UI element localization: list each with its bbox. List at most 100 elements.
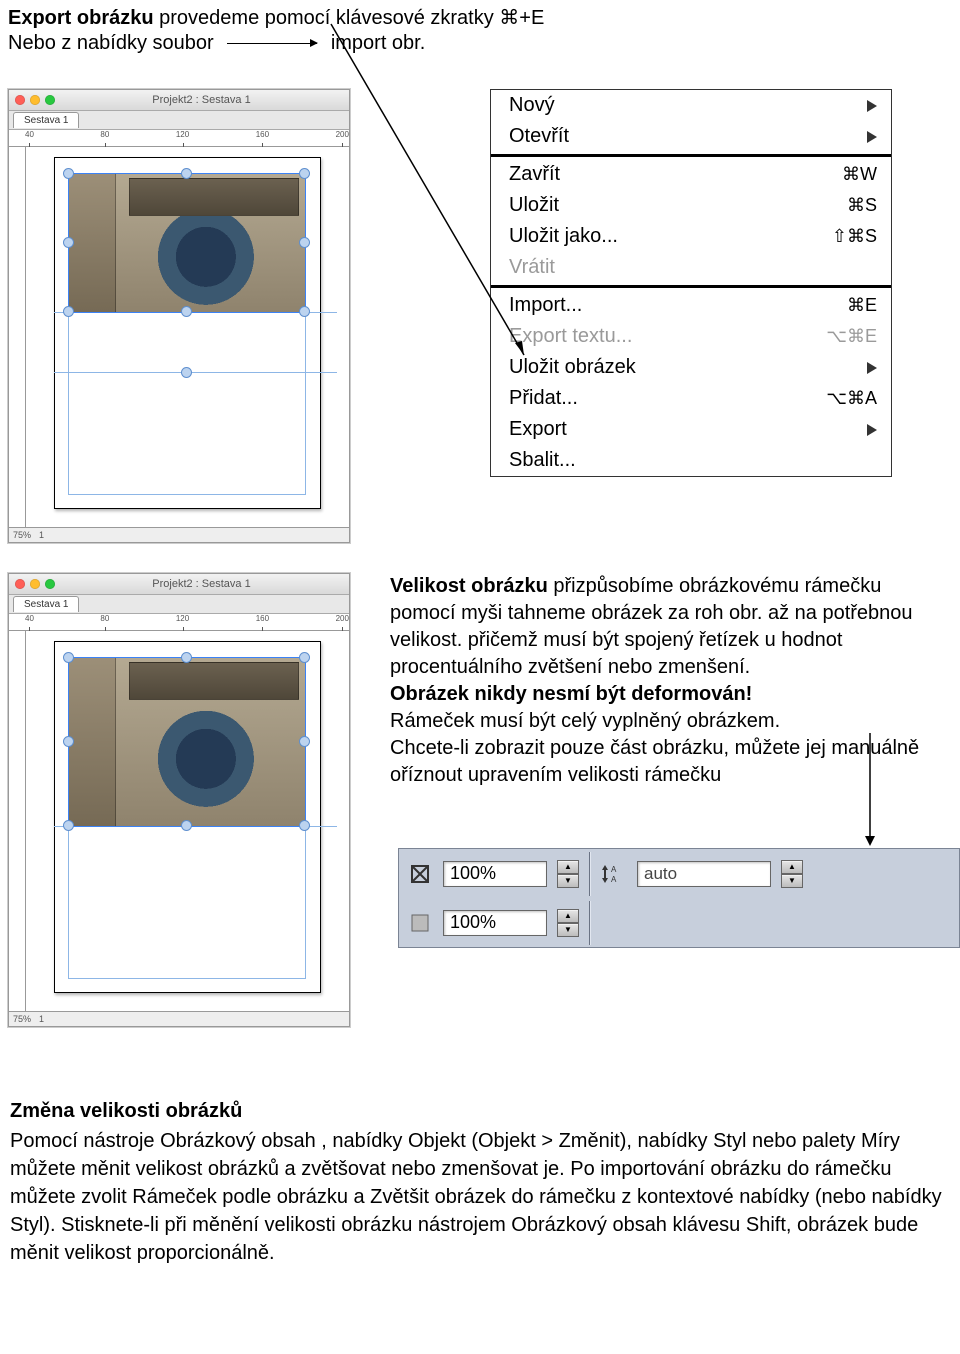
ruler-tick: 120 bbox=[176, 130, 189, 146]
leading-stepper[interactable]: ▲ ▼ bbox=[781, 860, 803, 888]
resize-handle[interactable] bbox=[63, 237, 74, 248]
close-icon[interactable] bbox=[15, 95, 25, 105]
resize-handle[interactable] bbox=[299, 652, 310, 663]
arrow-right-icon bbox=[227, 43, 317, 44]
menu-item-label: Import... bbox=[509, 294, 847, 317]
ruler-tick: 40 bbox=[25, 130, 34, 146]
image-frame[interactable] bbox=[68, 173, 306, 313]
resize-handle[interactable] bbox=[63, 820, 74, 831]
status-bar: 75% 1 bbox=[9, 1011, 349, 1026]
image-size-paragraph: Velikost obrázku přizpůsobíme obrázkovém… bbox=[390, 573, 952, 789]
ruler-tick: 120 bbox=[176, 614, 189, 630]
resize-body: Pomocí nástroje Obrázkový obsah , nabídk… bbox=[10, 1127, 950, 1267]
menu-item-label: Nový bbox=[509, 94, 867, 117]
menu-item-label: Zavřít bbox=[509, 163, 842, 186]
status-bar: 75% 1 bbox=[9, 527, 349, 542]
resize-handle[interactable] bbox=[181, 306, 192, 317]
window-title: Projekt2 : Sestava 1 bbox=[152, 578, 250, 590]
ruler-horizontal: 40 80 120 160 200 bbox=[9, 130, 349, 147]
menu-separator bbox=[491, 285, 891, 288]
resize-handle[interactable] bbox=[299, 736, 310, 747]
resize-handle[interactable] bbox=[181, 367, 192, 378]
editor-canvas[interactable] bbox=[26, 147, 349, 527]
menu-item-label: Sbalit... bbox=[509, 449, 877, 472]
window-title: Projekt2 : Sestava 1 bbox=[152, 94, 250, 106]
menu-item[interactable]: Zavřít⌘W bbox=[491, 159, 891, 190]
step-up-icon[interactable]: ▲ bbox=[557, 909, 579, 923]
menu-item[interactable]: Uložit obrázek bbox=[491, 352, 891, 383]
menu-shortcut: ⌘S bbox=[847, 195, 877, 216]
resize-handle[interactable] bbox=[63, 306, 74, 317]
minimize-icon[interactable] bbox=[30, 95, 40, 105]
zoom-icon[interactable] bbox=[45, 95, 55, 105]
menu-shortcut: ⌘E bbox=[847, 295, 877, 316]
minimize-icon[interactable] bbox=[30, 579, 40, 589]
zoom-icon[interactable] bbox=[45, 579, 55, 589]
resize-handle[interactable] bbox=[299, 306, 310, 317]
menu-item-label: Uložit bbox=[509, 194, 847, 217]
resize-handle[interactable] bbox=[181, 820, 192, 831]
resize-handle[interactable] bbox=[299, 237, 310, 248]
ruler-tick: 80 bbox=[100, 614, 109, 630]
page-value: 1 bbox=[39, 1014, 44, 1024]
menu-item[interactable]: Otevřít bbox=[491, 121, 891, 152]
page-value: 1 bbox=[39, 530, 44, 540]
menu-item[interactable]: Import...⌘E bbox=[491, 290, 891, 321]
menu-item[interactable]: Přidat...⌥⌘A bbox=[491, 383, 891, 414]
resize-handle[interactable] bbox=[63, 652, 74, 663]
step-down-icon[interactable]: ▼ bbox=[781, 874, 803, 888]
step-down-icon[interactable]: ▼ bbox=[557, 923, 579, 937]
document-tab[interactable]: Sestava 1 bbox=[13, 112, 79, 128]
document-tab[interactable]: Sestava 1 bbox=[13, 596, 79, 612]
step-down-icon[interactable]: ▼ bbox=[557, 874, 579, 888]
menu-item-label: Uložit jako... bbox=[509, 225, 832, 248]
resize-handle[interactable] bbox=[181, 168, 192, 179]
menu-item[interactable]: Nový bbox=[491, 90, 891, 121]
editor-canvas[interactable] bbox=[26, 631, 349, 1011]
ruler-tick: 200 bbox=[336, 130, 349, 146]
resize-handle[interactable] bbox=[63, 168, 74, 179]
separator bbox=[589, 901, 591, 945]
document-tabs: Sestava 1 bbox=[9, 111, 349, 130]
resize-handle[interactable] bbox=[299, 820, 310, 831]
menu-item[interactable]: Sbalit... bbox=[491, 445, 891, 476]
menu-item: Export textu...⌥⌘E bbox=[491, 321, 891, 352]
leading-field[interactable]: auto bbox=[637, 861, 771, 887]
ruler-vertical bbox=[9, 147, 26, 527]
step-up-icon[interactable]: ▲ bbox=[781, 860, 803, 874]
close-icon[interactable] bbox=[15, 579, 25, 589]
ruler-tick: 160 bbox=[256, 614, 269, 630]
scale-x-field[interactable]: 100% bbox=[443, 861, 547, 887]
menu-separator bbox=[491, 154, 891, 157]
resize-handle[interactable] bbox=[299, 168, 310, 179]
para-text-3: Rámeček musí být celý vyplněný obrázkem. bbox=[390, 710, 780, 732]
menu-item-label: Export textu... bbox=[509, 325, 826, 348]
export-rest: provedeme pomocí klávesové zkratky ⌘+E bbox=[154, 7, 545, 29]
step-up-icon[interactable]: ▲ bbox=[557, 860, 579, 874]
submenu-arrow-icon bbox=[867, 362, 877, 374]
menu-shortcut: ⌥⌘E bbox=[826, 326, 877, 347]
menu-item[interactable]: Export bbox=[491, 414, 891, 445]
scale-x-value: 100% bbox=[450, 863, 496, 884]
leading-icon: AA bbox=[601, 861, 627, 887]
scale-y-stepper[interactable]: ▲ ▼ bbox=[557, 909, 579, 937]
resize-title: Změna velikosti obrázků bbox=[10, 1097, 950, 1125]
para-bold-2: Obrázek nikdy nesmí být deformován! bbox=[390, 683, 752, 705]
menu-item[interactable]: Uložit⌘S bbox=[491, 190, 891, 221]
menu-shortcut: ⇧⌘S bbox=[832, 226, 877, 247]
scale-y-field[interactable]: 100% bbox=[443, 910, 547, 936]
menu-shortcut: ⌥⌘A bbox=[826, 388, 877, 409]
scale-x-stepper[interactable]: ▲ ▼ bbox=[557, 860, 579, 888]
menu-item-label: Uložit obrázek bbox=[509, 356, 867, 379]
menu-item: Vrátit bbox=[491, 252, 891, 283]
resize-handle[interactable] bbox=[63, 736, 74, 747]
menu-item[interactable]: Uložit jako...⇧⌘S bbox=[491, 221, 891, 252]
resize-handle[interactable] bbox=[181, 652, 192, 663]
image-frame[interactable] bbox=[68, 657, 306, 827]
ruler-tick: 200 bbox=[336, 614, 349, 630]
menu-item-label: Přidat... bbox=[509, 387, 826, 410]
submenu-arrow-icon bbox=[867, 100, 877, 112]
para-bold-1: Velikost obrázku bbox=[390, 575, 548, 597]
zoom-value: 75% bbox=[13, 530, 31, 540]
measurements-toolbar: 100% ▲ ▼ AA auto ▲ ▼ bbox=[398, 848, 960, 948]
